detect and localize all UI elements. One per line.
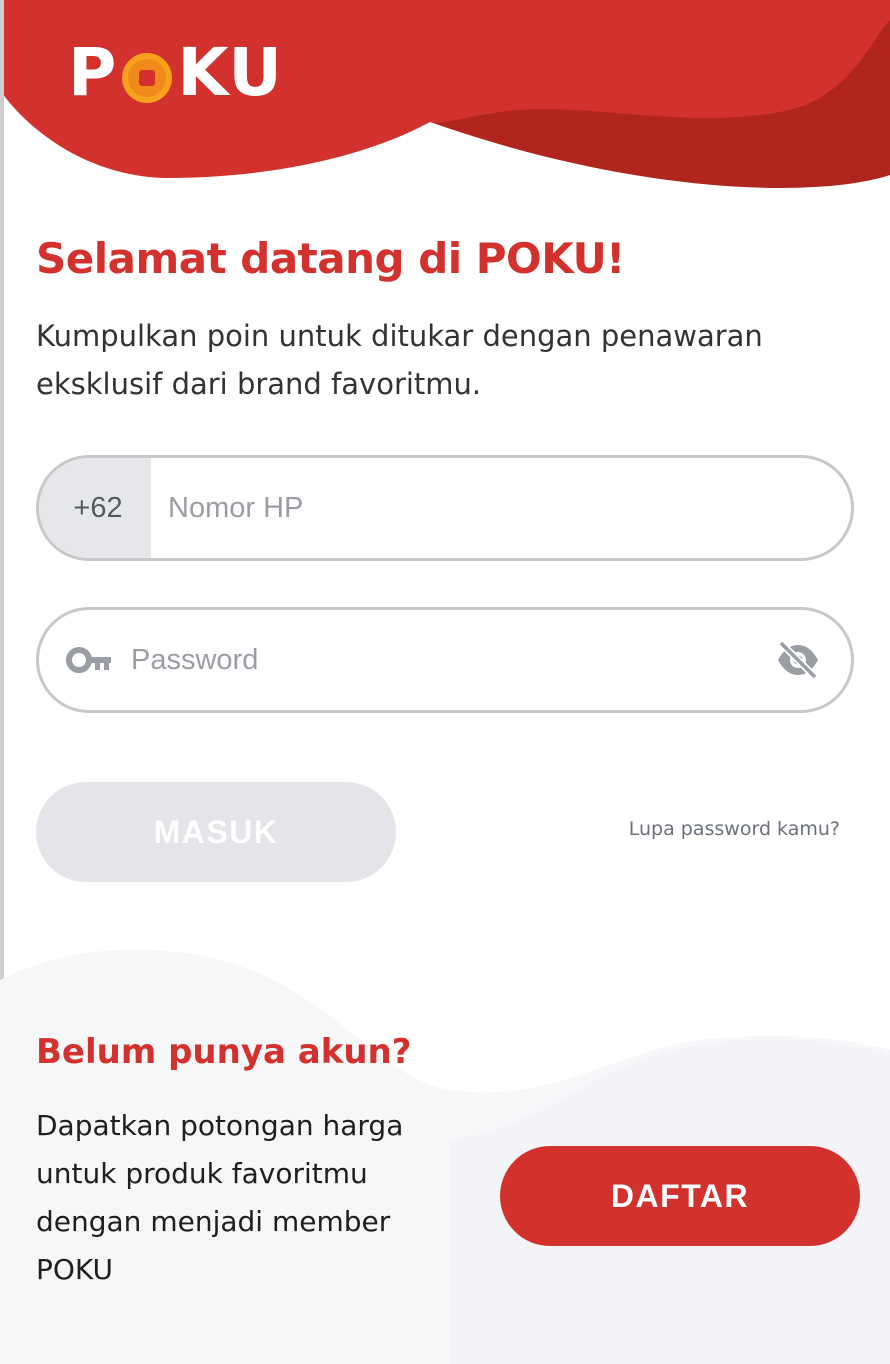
register-description: Dapatkan potongan harga untuk produk fav…	[36, 1109, 404, 1286]
register-button[interactable]: DAFTAR	[500, 1146, 860, 1246]
password-input[interactable]	[129, 610, 775, 710]
welcome-title: Selamat datang di POKU!	[36, 234, 625, 283]
welcome-subtitle: Kumpulkan poin untuk ditukar dengan pena…	[36, 319, 763, 401]
logo-text-prefix: P	[68, 34, 118, 111]
poku-logo: P KU	[68, 38, 283, 108]
phone-number-input[interactable]	[151, 458, 851, 558]
password-field[interactable]	[36, 607, 854, 713]
eye-slash-icon[interactable]	[775, 640, 821, 680]
coin-icon	[121, 47, 173, 103]
phone-field[interactable]: +62	[36, 455, 854, 561]
forgot-password-link[interactable]: Lupa password kamu?	[629, 818, 840, 840]
logo-text-suffix: KU	[177, 34, 283, 111]
key-icon	[66, 647, 111, 673]
country-code-prefix: +62	[39, 458, 151, 558]
login-button[interactable]: MASUK	[36, 782, 396, 882]
register-title: Belum punya akun?	[36, 1032, 412, 1072]
